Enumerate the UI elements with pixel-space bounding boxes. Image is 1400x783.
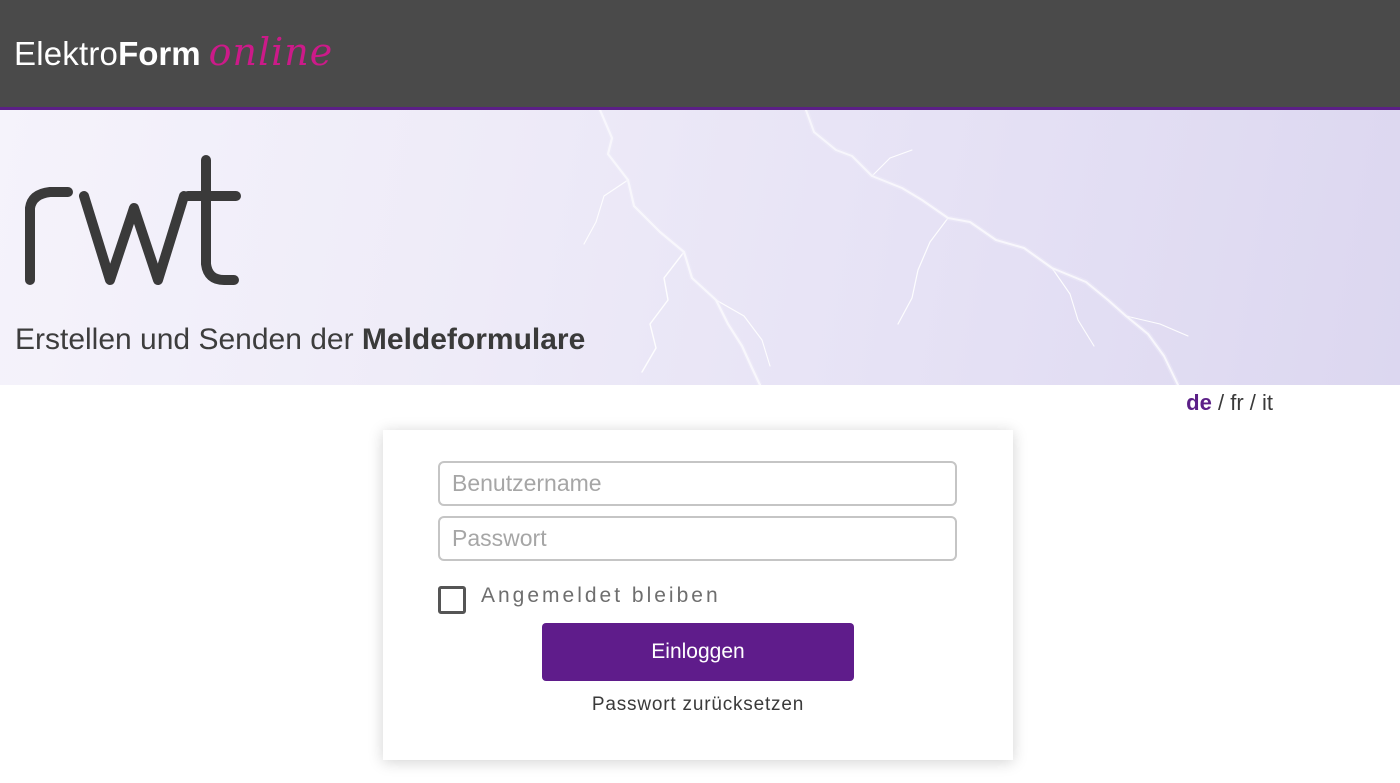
login-card: Angemeldet bleiben Einloggen Passwort zu… xyxy=(383,430,1013,760)
tagline-emphasis: Meldeformulare xyxy=(361,323,586,356)
logo-text-form: Form xyxy=(118,35,201,72)
username-input[interactable] xyxy=(438,461,957,506)
language-option-fr[interactable]: fr xyxy=(1230,390,1243,415)
remember-me-checkbox[interactable] xyxy=(438,586,466,614)
remember-me-label[interactable]: Angemeldet bleiben xyxy=(481,584,721,608)
elektroform-logo[interactable]: Elektro Form online xyxy=(14,30,333,74)
hero-banner: rwt Erstellen und Senden der Meldeformul… xyxy=(0,110,1400,385)
logo-text-online: online xyxy=(208,30,334,74)
remember-me-control[interactable]: Angemeldet bleiben xyxy=(438,584,721,614)
tagline-text: Erstellen und Senden der xyxy=(15,323,362,356)
language-switcher: de / fr / it xyxy=(1186,390,1273,416)
rwt-logo: rwt xyxy=(22,152,241,285)
reset-password-link[interactable]: Passwort zurücksetzen xyxy=(383,694,1013,716)
language-separator: / xyxy=(1211,390,1231,415)
language-separator: / xyxy=(1243,390,1262,415)
logo-text-elektro: Elektro xyxy=(14,35,119,72)
language-option-it[interactable]: it xyxy=(1262,390,1273,415)
tagline: Erstellen und Senden der Meldeformulare xyxy=(15,323,585,357)
login-button[interactable]: Einloggen xyxy=(542,623,854,681)
language-option-de[interactable]: de xyxy=(1186,390,1212,415)
top-bar: Elektro Form online xyxy=(0,0,1400,110)
password-input[interactable] xyxy=(438,516,957,561)
rwt-logo-text: rwt xyxy=(22,152,24,153)
